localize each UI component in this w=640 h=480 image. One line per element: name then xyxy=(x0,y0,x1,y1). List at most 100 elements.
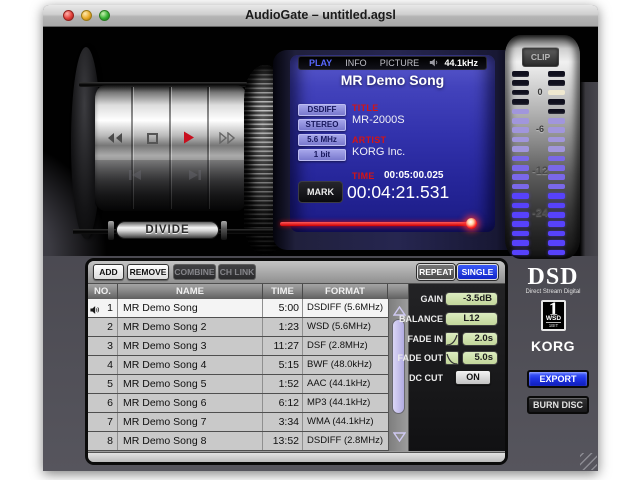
meter-column-right xyxy=(548,71,565,257)
tab-info[interactable]: INFO xyxy=(345,58,367,68)
meter-segment xyxy=(548,231,565,237)
meter-segment xyxy=(512,203,529,209)
meter-scale-0: 0 xyxy=(531,87,549,97)
meter-scale-12: -12 xyxy=(531,165,549,177)
add-button[interactable]: ADD xyxy=(93,264,124,280)
fade-in-icon[interactable] xyxy=(445,332,459,346)
gain-field[interactable]: -3.5dB xyxy=(445,292,498,306)
format-badge: DSDIFF xyxy=(298,104,346,116)
time-label: TIME xyxy=(352,171,375,181)
meter-segment xyxy=(548,156,565,162)
remove-button[interactable]: REMOVE xyxy=(127,264,169,280)
balance-label: BALANCE xyxy=(399,314,443,324)
fast-forward-button[interactable] xyxy=(219,131,235,149)
dc-cut-button[interactable]: ON xyxy=(455,370,491,385)
column-name[interactable]: NAME xyxy=(118,284,263,299)
resize-grip[interactable] xyxy=(580,453,597,470)
horizontal-scrollbar[interactable] xyxy=(88,452,505,462)
titlebar[interactable]: AudioGate – untitled.agsl xyxy=(43,5,598,27)
channel-badge: STEREO xyxy=(298,119,346,131)
meter-segment xyxy=(548,184,565,190)
meter-segment xyxy=(548,221,565,227)
table-row[interactable]: 7MR Demo Song 73:34WMA (44.1kHz) xyxy=(88,413,388,432)
meter-segment xyxy=(548,240,565,246)
meter-segment xyxy=(548,137,565,143)
play-button[interactable] xyxy=(183,131,195,149)
meter-segment xyxy=(512,99,529,105)
table-row[interactable]: 1MR Demo Song5:00DSDIFF (5.6MHz) xyxy=(88,299,388,318)
meter-segment xyxy=(512,165,529,171)
next-track-button[interactable] xyxy=(187,168,203,186)
title-value: MR-2000S xyxy=(352,114,405,126)
tab-play[interactable]: PLAY xyxy=(309,58,332,68)
meter-segment xyxy=(548,165,565,171)
column-format[interactable]: FORMAT xyxy=(303,284,388,299)
meter-segment xyxy=(512,184,529,190)
meter-segment xyxy=(548,212,565,218)
meter-segment xyxy=(512,109,529,115)
song-title: MR Demo Song xyxy=(290,72,495,88)
meter-segment xyxy=(512,231,529,237)
meter-segment xyxy=(512,212,529,218)
table-header: NO. NAME TIME FORMAT xyxy=(88,284,388,299)
scrollbar-thumb[interactable] xyxy=(392,319,405,414)
table-row[interactable]: 2MR Demo Song 21:23WSD (5.6MHz) xyxy=(88,318,388,337)
table-row[interactable]: 4MR Demo Song 45:15BWF (48.0kHz) xyxy=(88,356,388,375)
progress-bar[interactable] xyxy=(280,222,472,226)
total-time: 00:05:00.025 xyxy=(384,170,444,181)
repeat-button[interactable]: REPEAT xyxy=(417,264,455,280)
main-content: DIVIDE PLAY INFO PICTURE 44.1kHz MR Demo… xyxy=(43,27,598,471)
ch-link-button[interactable]: CH LINK xyxy=(218,264,256,280)
meter-segment xyxy=(512,71,529,77)
fade-out-field[interactable]: 5.0s xyxy=(462,351,498,365)
samplerate-badge: 5.6 MHz xyxy=(298,134,346,146)
meter-segment xyxy=(512,174,529,180)
fade-in-field[interactable]: 2.0s xyxy=(462,332,498,346)
artist-label: ARTIST xyxy=(352,135,386,145)
meter-segment xyxy=(512,90,529,96)
meter-segment xyxy=(512,146,529,152)
combine-button[interactable]: COMBINE xyxy=(173,264,216,280)
burn-disc-button[interactable]: BURN DISC xyxy=(527,396,589,414)
mark-button[interactable]: MARK xyxy=(298,181,343,203)
table-row[interactable]: 3MR Demo Song 311:27DSF (2.8MHz) xyxy=(88,337,388,356)
stop-button[interactable] xyxy=(147,131,158,149)
table-row[interactable]: 8MR Demo Song 813:52DSDIFF (2.8MHz) xyxy=(88,432,388,451)
meter-segment xyxy=(512,240,529,246)
right-sidebar: DSD Direct Stream Digital 1 WSD 1BIT KOR… xyxy=(508,256,598,471)
fade-in-label: FADE IN xyxy=(407,334,443,344)
meter-segment xyxy=(548,118,565,124)
meter-segment xyxy=(512,137,529,143)
column-time[interactable]: TIME xyxy=(263,284,303,299)
progress-handle[interactable] xyxy=(466,218,477,229)
column-no[interactable]: NO. xyxy=(88,284,118,299)
title-label: TITLE xyxy=(352,103,379,113)
tab-picture[interactable]: PICTURE xyxy=(380,58,420,68)
clip-indicator[interactable]: CLIP xyxy=(522,47,559,67)
previous-track-button[interactable] xyxy=(127,168,143,186)
divide-button[interactable]: DIVIDE xyxy=(116,221,219,239)
audio-controls: GAIN -3.5dB BALANCE L12 FADE IN 2.0s FAD… xyxy=(409,284,505,451)
speaker-icon[interactable] xyxy=(429,58,439,69)
korg-logo: KORG xyxy=(508,338,598,354)
table-row[interactable]: 5MR Demo Song 51:52AAC (44.1kHz) xyxy=(88,375,388,394)
vertical-scrollbar[interactable] xyxy=(388,284,409,451)
display-screen: PLAY INFO PICTURE 44.1kHz MR Demo Song D… xyxy=(290,55,495,232)
balance-field[interactable]: L12 xyxy=(445,312,498,326)
meter-segment xyxy=(512,80,529,86)
scroll-down-arrow[interactable] xyxy=(393,429,406,447)
dsd-logo-subtext: Direct Stream Digital xyxy=(508,289,598,295)
rewind-button[interactable] xyxy=(107,131,123,149)
meter-segment xyxy=(512,250,529,256)
fade-out-icon[interactable] xyxy=(445,351,459,365)
level-meter: CLIP 0 -6 -12 -24 xyxy=(505,35,580,259)
meter-segment xyxy=(512,127,529,133)
table-row[interactable]: 6MR Demo Song 66:12MP3 (44.1kHz) xyxy=(88,394,388,413)
playlist-panel: ADD REMOVE COMBINE CH LINK REPEAT SINGLE… xyxy=(85,258,508,465)
sample-rate-value[interactable]: 44.1kHz xyxy=(444,58,478,68)
meter-segment xyxy=(548,250,565,256)
single-button[interactable]: SINGLE xyxy=(457,264,498,280)
export-button[interactable]: EXPORT xyxy=(527,370,589,388)
meter-segment xyxy=(512,118,529,124)
meter-segment xyxy=(548,203,565,209)
